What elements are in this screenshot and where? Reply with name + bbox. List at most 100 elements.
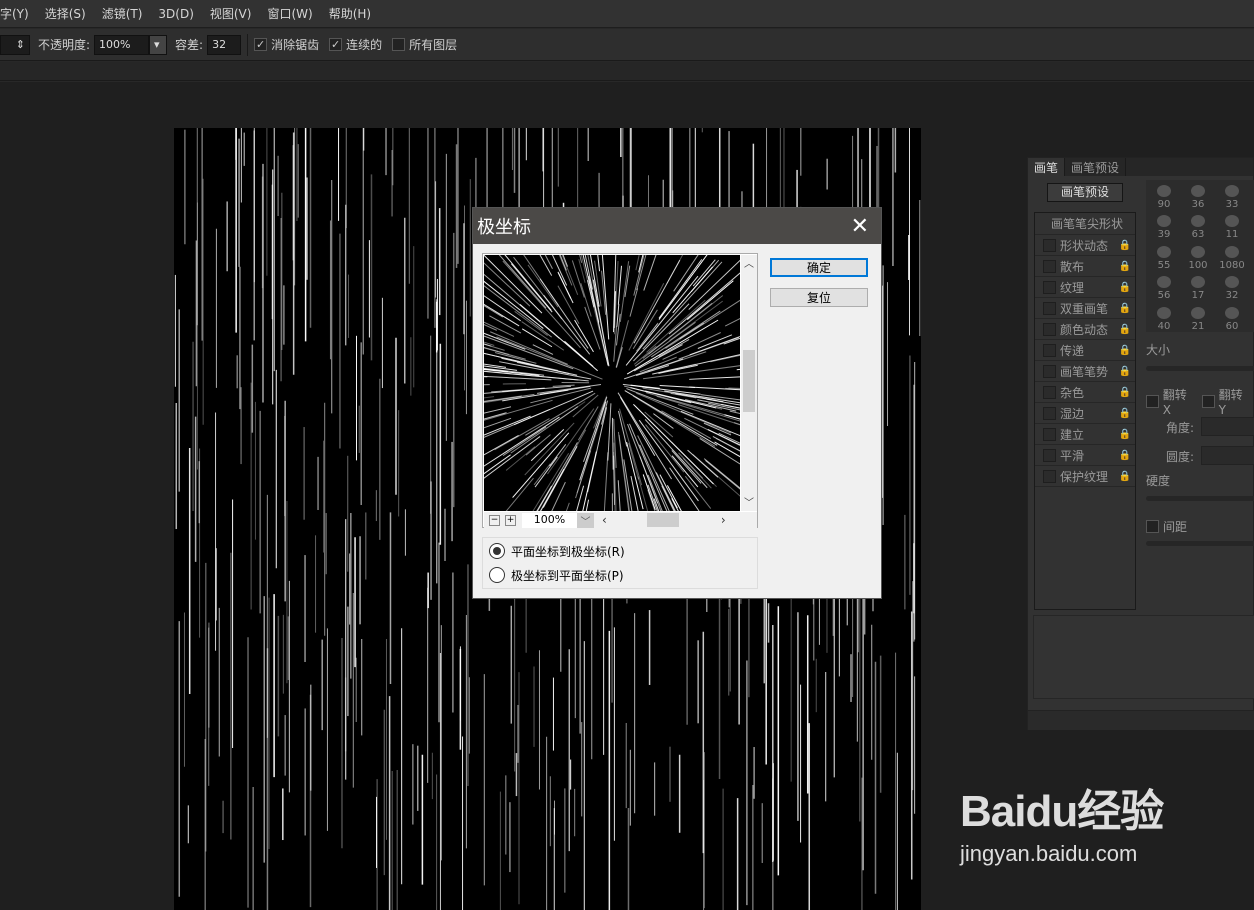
tab-brush-presets[interactable]: 画笔预设 <box>1065 158 1127 176</box>
brush-setting-item[interactable]: 散布 🔒 <box>1035 256 1135 277</box>
checkbox[interactable] <box>1043 238 1056 252</box>
brush-tip[interactable]: 1080 <box>1216 241 1248 271</box>
zoom-in-button[interactable]: + <box>505 514 516 526</box>
radio-unselected[interactable] <box>489 567 505 583</box>
lock-icon[interactable]: 🔒 <box>1119 324 1131 335</box>
brush-tip[interactable]: 17 <box>1182 271 1214 301</box>
menu-select[interactable]: 选择(S) <box>45 5 86 22</box>
size-slider[interactable] <box>1146 366 1254 371</box>
ok-button[interactable]: 确定 <box>770 258 868 277</box>
reset-button[interactable]: 复位 <box>770 288 868 307</box>
opacity-dropdown-icon[interactable]: ▾ <box>149 34 168 55</box>
zoom-level-field[interactable]: 100% <box>522 512 577 528</box>
checkbox[interactable] <box>1043 301 1056 315</box>
brush-tip[interactable]: 60 <box>1216 302 1248 332</box>
mode-select[interactable]: ⇕ <box>0 34 30 55</box>
brush-tip[interactable]: 56 <box>1148 271 1180 301</box>
roundness-input[interactable] <box>1201 446 1254 465</box>
radial-streak <box>736 357 845 371</box>
brush-tip-shape-item[interactable]: 画笔笔尖形状 <box>1035 213 1135 235</box>
menu-help[interactable]: 帮助(H) <box>329 5 371 22</box>
close-icon[interactable]: ✕ <box>851 214 869 239</box>
checkbox[interactable] <box>1043 427 1056 441</box>
radial-streak <box>534 245 553 276</box>
lock-icon[interactable]: 🔒 <box>1119 240 1131 251</box>
checkbox[interactable] <box>1043 280 1056 294</box>
menu-filter[interactable]: 滤镜(T) <box>102 5 143 22</box>
brush-tip[interactable]: 39 <box>1148 210 1180 240</box>
brush-setting-item[interactable]: 平滑 🔒 <box>1035 445 1135 466</box>
brush-setting-item[interactable]: 传递 🔒 <box>1035 340 1135 361</box>
scroll-right-icon[interactable]: › <box>721 513 726 527</box>
checkbox[interactable] <box>1043 364 1056 378</box>
brush-presets-button[interactable]: 画笔预设 <box>1047 183 1123 202</box>
lock-icon[interactable]: 🔒 <box>1119 429 1131 440</box>
zoom-out-button[interactable]: − <box>489 514 500 526</box>
tolerance-input[interactable]: 32 <box>207 34 242 55</box>
contiguous-checkbox[interactable]: ✓ <box>329 38 343 51</box>
brush-tip[interactable]: 21 <box>1182 302 1214 332</box>
hardness-slider[interactable] <box>1146 496 1254 501</box>
antialias-checkbox[interactable]: ✓ <box>254 38 268 51</box>
flip-y-checkbox[interactable] <box>1201 395 1215 408</box>
angle-input[interactable] <box>1201 417 1254 436</box>
opacity-input[interactable]: 100% <box>94 34 150 55</box>
lock-icon[interactable]: 🔒 <box>1119 345 1131 356</box>
brush-setting-item[interactable]: 纹理 🔒 <box>1035 277 1135 298</box>
brush-tip[interactable]: 33 <box>1216 180 1248 210</box>
polar-to-rect-option[interactable]: 极坐标到平面坐标(P) <box>483 563 757 587</box>
zoom-dropdown-icon[interactable]: ﹀ <box>577 512 594 528</box>
brush-size: 56 <box>1157 290 1171 302</box>
brush-setting-item[interactable]: 杂色 🔒 <box>1035 382 1135 403</box>
dialog-titlebar[interactable]: 极坐标 ✕ <box>473 208 881 244</box>
brush-tip[interactable]: 90 <box>1148 180 1180 210</box>
tab-brush[interactable]: 画笔 <box>1028 158 1066 176</box>
checkbox[interactable] <box>1043 322 1056 336</box>
radio-selected[interactable] <box>489 543 505 559</box>
brush-setting-item[interactable]: 双重画笔 🔒 <box>1035 298 1135 319</box>
menu-type[interactable]: 字(Y) <box>0 5 29 22</box>
brush-tip[interactable]: 32 <box>1216 271 1248 301</box>
checkbox[interactable] <box>1043 448 1056 462</box>
brush-tip[interactable]: 55 <box>1148 241 1180 271</box>
checkbox[interactable] <box>1043 385 1056 399</box>
checkbox[interactable] <box>1043 469 1056 483</box>
lock-icon[interactable]: 🔒 <box>1119 366 1131 377</box>
checkbox[interactable] <box>1043 259 1056 273</box>
brush-tip[interactable]: 100 <box>1182 241 1214 271</box>
flip-x-checkbox[interactable] <box>1146 395 1159 408</box>
all-layers-checkbox[interactable] <box>392 38 406 51</box>
rect-to-polar-option[interactable]: 平面坐标到极坐标(R) <box>483 539 757 563</box>
lock-icon[interactable]: 🔒 <box>1119 387 1131 398</box>
vertical-scroll-thumb[interactable] <box>743 350 755 412</box>
vertical-scrollbar[interactable]: ︿ ﹀ <box>741 255 757 511</box>
spacing-checkbox[interactable] <box>1146 520 1159 533</box>
lock-icon[interactable]: 🔒 <box>1119 450 1131 461</box>
scroll-up-icon[interactable]: ︿ <box>741 255 757 270</box>
brush-setting-item[interactable]: 建立 🔒 <box>1035 424 1135 445</box>
checkbox[interactable] <box>1043 406 1056 420</box>
brush-tip[interactable]: 63 <box>1182 210 1214 240</box>
scroll-left-icon[interactable]: ‹ <box>602 513 607 527</box>
menu-window[interactable]: 窗口(W) <box>267 5 312 22</box>
brush-setting-item[interactable]: 形状动态 🔒 <box>1035 235 1135 256</box>
menu-3d[interactable]: 3D(D) <box>158 7 193 21</box>
horizontal-scroll-thumb[interactable] <box>646 513 679 527</box>
preview-image[interactable] <box>379 163 845 613</box>
brush-setting-item[interactable]: 保护纹理 🔒 <box>1035 466 1135 487</box>
lock-icon[interactable]: 🔒 <box>1119 261 1131 272</box>
menu-view[interactable]: 视图(V) <box>210 5 252 22</box>
lock-icon[interactable]: 🔒 <box>1119 408 1131 419</box>
brush-tip[interactable]: 11 <box>1216 210 1248 240</box>
lock-icon[interactable]: 🔒 <box>1119 471 1131 482</box>
scroll-down-icon[interactable]: ﹀ <box>741 494 757 509</box>
lock-icon[interactable]: 🔒 <box>1119 303 1131 314</box>
brush-setting-item[interactable]: 颜色动态 🔒 <box>1035 319 1135 340</box>
spacing-slider[interactable] <box>1146 541 1254 546</box>
brush-setting-item[interactable]: 画笔笔势 🔒 <box>1035 361 1135 382</box>
brush-tip[interactable]: 36 <box>1182 180 1214 210</box>
lock-icon[interactable]: 🔒 <box>1119 282 1131 293</box>
brush-tip[interactable]: 40 <box>1148 302 1180 332</box>
brush-setting-item[interactable]: 湿边 🔒 <box>1035 403 1135 424</box>
checkbox[interactable] <box>1043 343 1056 357</box>
